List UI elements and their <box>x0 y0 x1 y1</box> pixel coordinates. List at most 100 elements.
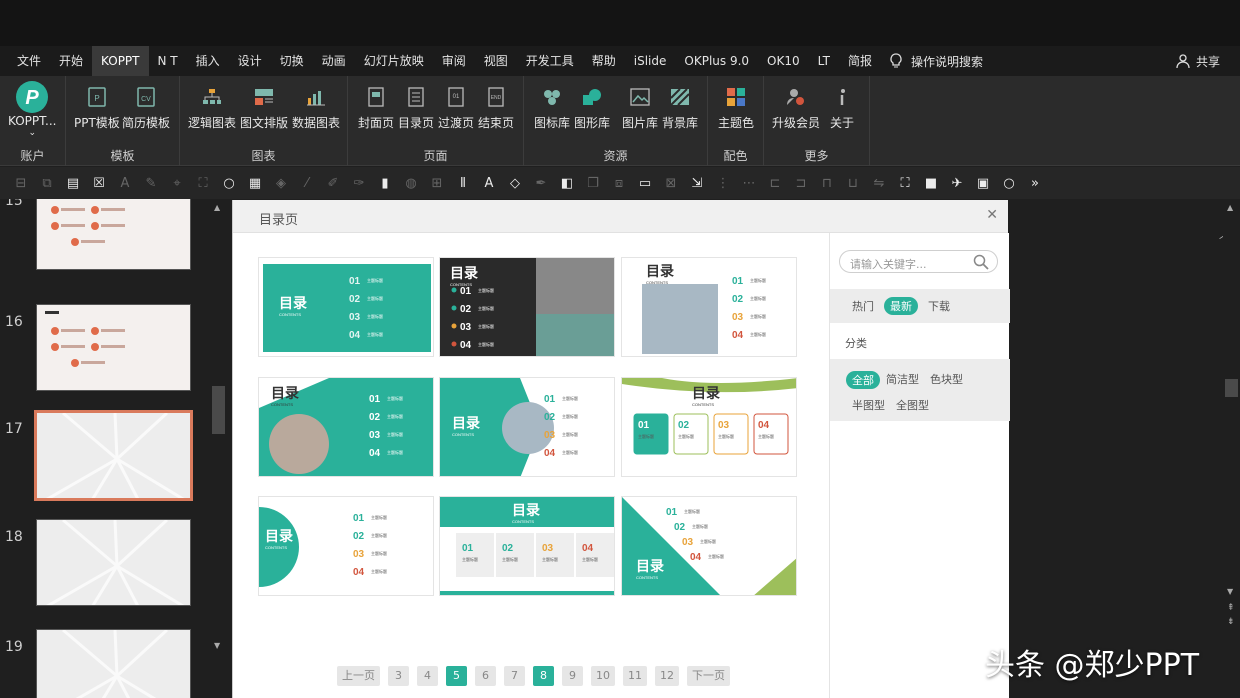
frame-icon[interactable]: ⛶ <box>894 172 916 194</box>
template-card[interactable]: 目录 CONTENTS 01 主题标题 02 主题标题 03 主题标题 04 主题标题 <box>258 496 434 596</box>
menu-item[interactable]: 动画 <box>313 46 355 76</box>
template-card[interactable]: 目录 CONTENTS 01 主题标题 02 主题标题 03 主题标题 04 主题标题 <box>621 257 797 357</box>
edit-icon[interactable]: ✐ <box>322 172 344 194</box>
page-button[interactable]: 10 <box>591 666 615 686</box>
background-library-button[interactable]: 背景库 <box>662 82 698 131</box>
cover-page-button[interactable]: 封面页 <box>358 82 394 131</box>
bars-icon[interactable]: ⦀ <box>452 172 474 194</box>
sort-tab[interactable]: 热门 <box>852 298 874 314</box>
menu-item[interactable]: 切换 <box>271 46 313 76</box>
menu-item[interactable]: OKPlus 9.0 <box>675 46 758 76</box>
square-icon[interactable]: ■ <box>920 172 942 194</box>
search-icon[interactable] <box>973 254 989 270</box>
more-icon[interactable]: » <box>1024 172 1046 194</box>
font-color-icon[interactable]: A <box>114 172 136 194</box>
page-button[interactable]: 5 <box>446 666 467 686</box>
menu-item[interactable]: OK10 <box>758 46 809 76</box>
sort-tab[interactable]: 下载 <box>928 298 950 314</box>
share-button[interactable]: 共享 <box>1176 46 1220 76</box>
menu-item[interactable]: 开始 <box>50 46 92 76</box>
slide-thumbnail[interactable] <box>36 304 191 391</box>
slide-thumbnail[interactable] <box>36 629 191 698</box>
ring-icon[interactable]: ○ <box>998 172 1020 194</box>
page-button[interactable]: 9 <box>562 666 583 686</box>
text-image-layout-button[interactable]: 图文排版 <box>240 82 288 131</box>
bird-icon[interactable]: ✈ <box>946 172 968 194</box>
upgrade-member-button[interactable]: 升级会员 <box>772 82 820 131</box>
category-chip[interactable]: 简洁型 <box>886 371 919 387</box>
align-left-icon[interactable]: ⊏ <box>764 172 786 194</box>
slide-scrollbar[interactable]: ▲ ▼ ⇞ ⇟ <box>1223 199 1240 629</box>
scroll-thumb[interactable] <box>212 386 225 434</box>
brush-icon[interactable]: ✑ <box>348 172 370 194</box>
flip-icon[interactable]: ⇋ <box>868 172 890 194</box>
slide-thumbnail[interactable] <box>36 519 191 606</box>
menu-item[interactable]: 设计 <box>229 46 271 76</box>
toc-page-button[interactable]: 目录页 <box>398 82 434 131</box>
category-chip[interactable]: 全部 <box>846 371 880 389</box>
dist-v-icon[interactable]: ⋯ <box>738 172 760 194</box>
slide-thumbnail[interactable] <box>34 410 193 501</box>
align-right-icon[interactable]: ⊐ <box>790 172 812 194</box>
next-page-button[interactable]: 下一页 <box>687 666 730 686</box>
category-chip[interactable]: 半图型 <box>852 397 885 413</box>
template-card[interactable]: 目录 CONTENTS 01 主题标题 02 主题标题 03 主题标题 04 主题标题 <box>439 377 615 477</box>
template-card[interactable]: 目录 CONTENTS 01 主题标题 02 主题标题 03 主题标题 04 主题标题 <box>621 377 797 477</box>
shape-x-icon[interactable]: ☒ <box>88 172 110 194</box>
table-icon[interactable]: ⊞ <box>426 172 448 194</box>
crop-icon[interactable]: ⛶ <box>192 172 214 194</box>
template-card[interactable]: 目录 CONTENTS 01 主题标题 02 主题标题 03 主题标题 04 主题标题 <box>258 257 434 357</box>
scroll-thumb[interactable] <box>1225 379 1238 397</box>
text-a-icon[interactable]: A <box>478 172 500 194</box>
merge-icon[interactable]: ⧈ <box>608 172 630 194</box>
koppt-account-button[interactable]: P KOPPT... ⌄ <box>8 80 56 138</box>
resume-template-button[interactable]: CV 简历模板 <box>122 82 170 131</box>
paint-icon[interactable]: ✒ <box>530 172 552 194</box>
menu-item[interactable]: N T <box>149 46 187 76</box>
previous-slide-icon[interactable]: ⇞ <box>1227 603 1235 613</box>
page-button[interactable]: 8 <box>533 666 554 686</box>
thumbnail-scrollbar[interactable]: ▲ ▼ <box>210 199 227 655</box>
next-slide-icon[interactable]: ⇟ <box>1227 617 1235 627</box>
circle-icon[interactable]: ○ <box>218 172 240 194</box>
category-chip[interactable]: 全图型 <box>896 397 929 413</box>
scroll-down-icon[interactable]: ▼ <box>214 641 220 650</box>
transition-page-button[interactable]: 01 过渡页 <box>438 82 474 131</box>
theme-color-button[interactable]: 主题色 <box>718 82 754 131</box>
page-button[interactable]: 12 <box>655 666 679 686</box>
align-bottom-icon[interactable]: ⊔ <box>842 172 864 194</box>
slide-thumbnail[interactable] <box>36 199 191 270</box>
prev-page-button[interactable]: 上一页 <box>337 666 380 686</box>
icon-library-button[interactable]: 图标库 <box>534 82 570 131</box>
template-card[interactable]: 目录 CONTENTS 01 主题标题 02 主题标题 03 主题标题 04 主题标题 <box>439 496 615 596</box>
data-chart-button[interactable]: 数据图表 <box>292 82 340 131</box>
sort-tab[interactable]: 最新 <box>884 297 918 315</box>
align-icon[interactable]: ⊟ <box>10 172 32 194</box>
delete-box-icon[interactable]: ⊠ <box>660 172 682 194</box>
menu-item[interactable]: 文件 <box>8 46 50 76</box>
duplicate-icon[interactable]: ❐ <box>582 172 604 194</box>
shape-library-button[interactable]: 图形库 <box>574 82 610 131</box>
group-icon[interactable]: ⧉ <box>36 172 58 194</box>
text-box-icon[interactable]: ▤ <box>62 172 84 194</box>
menu-item[interactable]: 开发工具 <box>517 46 583 76</box>
menu-item[interactable]: 帮助 <box>583 46 625 76</box>
menu-item[interactable]: 简报 <box>839 46 881 76</box>
page-button[interactable]: 3 <box>388 666 409 686</box>
ppt-template-button[interactable]: P PPT模板 <box>74 82 120 131</box>
cursor-icon[interactable]: ⇲ <box>686 172 708 194</box>
image-library-button[interactable]: 图片库 <box>622 82 658 131</box>
menu-item[interactable]: 插入 <box>187 46 229 76</box>
end-page-button[interactable]: END 结束页 <box>478 82 514 131</box>
column-chart-icon[interactable]: ▮ <box>374 172 396 194</box>
help-search[interactable]: 操作说明搜索 <box>889 53 983 70</box>
scroll-down-icon[interactable]: ▼ <box>1227 587 1233 596</box>
dist-h-icon[interactable]: ⋮ <box>712 172 734 194</box>
align-top-icon[interactable]: ⊓ <box>816 172 838 194</box>
page-button[interactable]: 4 <box>417 666 438 686</box>
picture-icon[interactable]: ▣ <box>972 172 994 194</box>
pen-icon[interactable]: ✎ <box>140 172 162 194</box>
shapes-edit-icon[interactable]: ◇ <box>504 172 526 194</box>
close-icon[interactable]: ✕ <box>986 207 998 223</box>
template-card[interactable]: 目录 CONTENTS 01 主题标题 02 主题标题 03 主题标题 04 主题标题 <box>621 496 797 596</box>
